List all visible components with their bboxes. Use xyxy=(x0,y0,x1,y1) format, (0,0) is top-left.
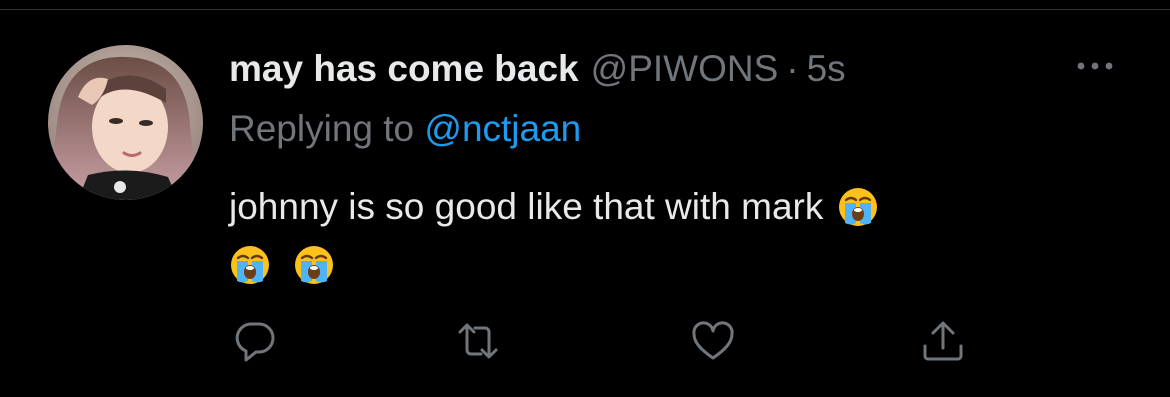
tweet-actions xyxy=(0,318,1170,364)
more-options-icon[interactable] xyxy=(1073,56,1117,76)
display-name[interactable]: may has come back xyxy=(229,44,579,94)
replying-to-line: Replying to @nctjaan xyxy=(229,104,581,154)
retweet-arrows-icon xyxy=(458,323,498,359)
loudly-crying-face-icon xyxy=(293,244,335,286)
reply-button[interactable] xyxy=(232,318,278,364)
top-divider xyxy=(0,9,1170,10)
replying-to-label: Replying to xyxy=(229,108,415,149)
like-button[interactable] xyxy=(690,318,736,364)
separator-dot: · xyxy=(786,48,799,89)
avatar[interactable] xyxy=(48,45,203,200)
loudly-crying-face-icon xyxy=(229,244,271,286)
avatar-photo xyxy=(48,45,203,200)
loudly-crying-face-icon xyxy=(837,186,879,228)
share-button[interactable] xyxy=(920,318,966,364)
timestamp[interactable]: 5s xyxy=(807,44,846,94)
speech-bubble-icon xyxy=(235,322,275,362)
retweet-button[interactable] xyxy=(455,318,501,364)
heart-icon xyxy=(692,321,734,360)
share-upload-icon xyxy=(923,321,963,361)
user-handle[interactable]: @PIWONS xyxy=(591,44,779,94)
tweet-body: johnny is so good like that with mark xyxy=(229,186,824,227)
reply-to-handle[interactable]: @nctjaan xyxy=(424,108,581,149)
tweet-header: may has come back @PIWONS · 5s xyxy=(229,44,846,94)
tweet-text: johnny is so good like that with mark xyxy=(229,178,1109,294)
